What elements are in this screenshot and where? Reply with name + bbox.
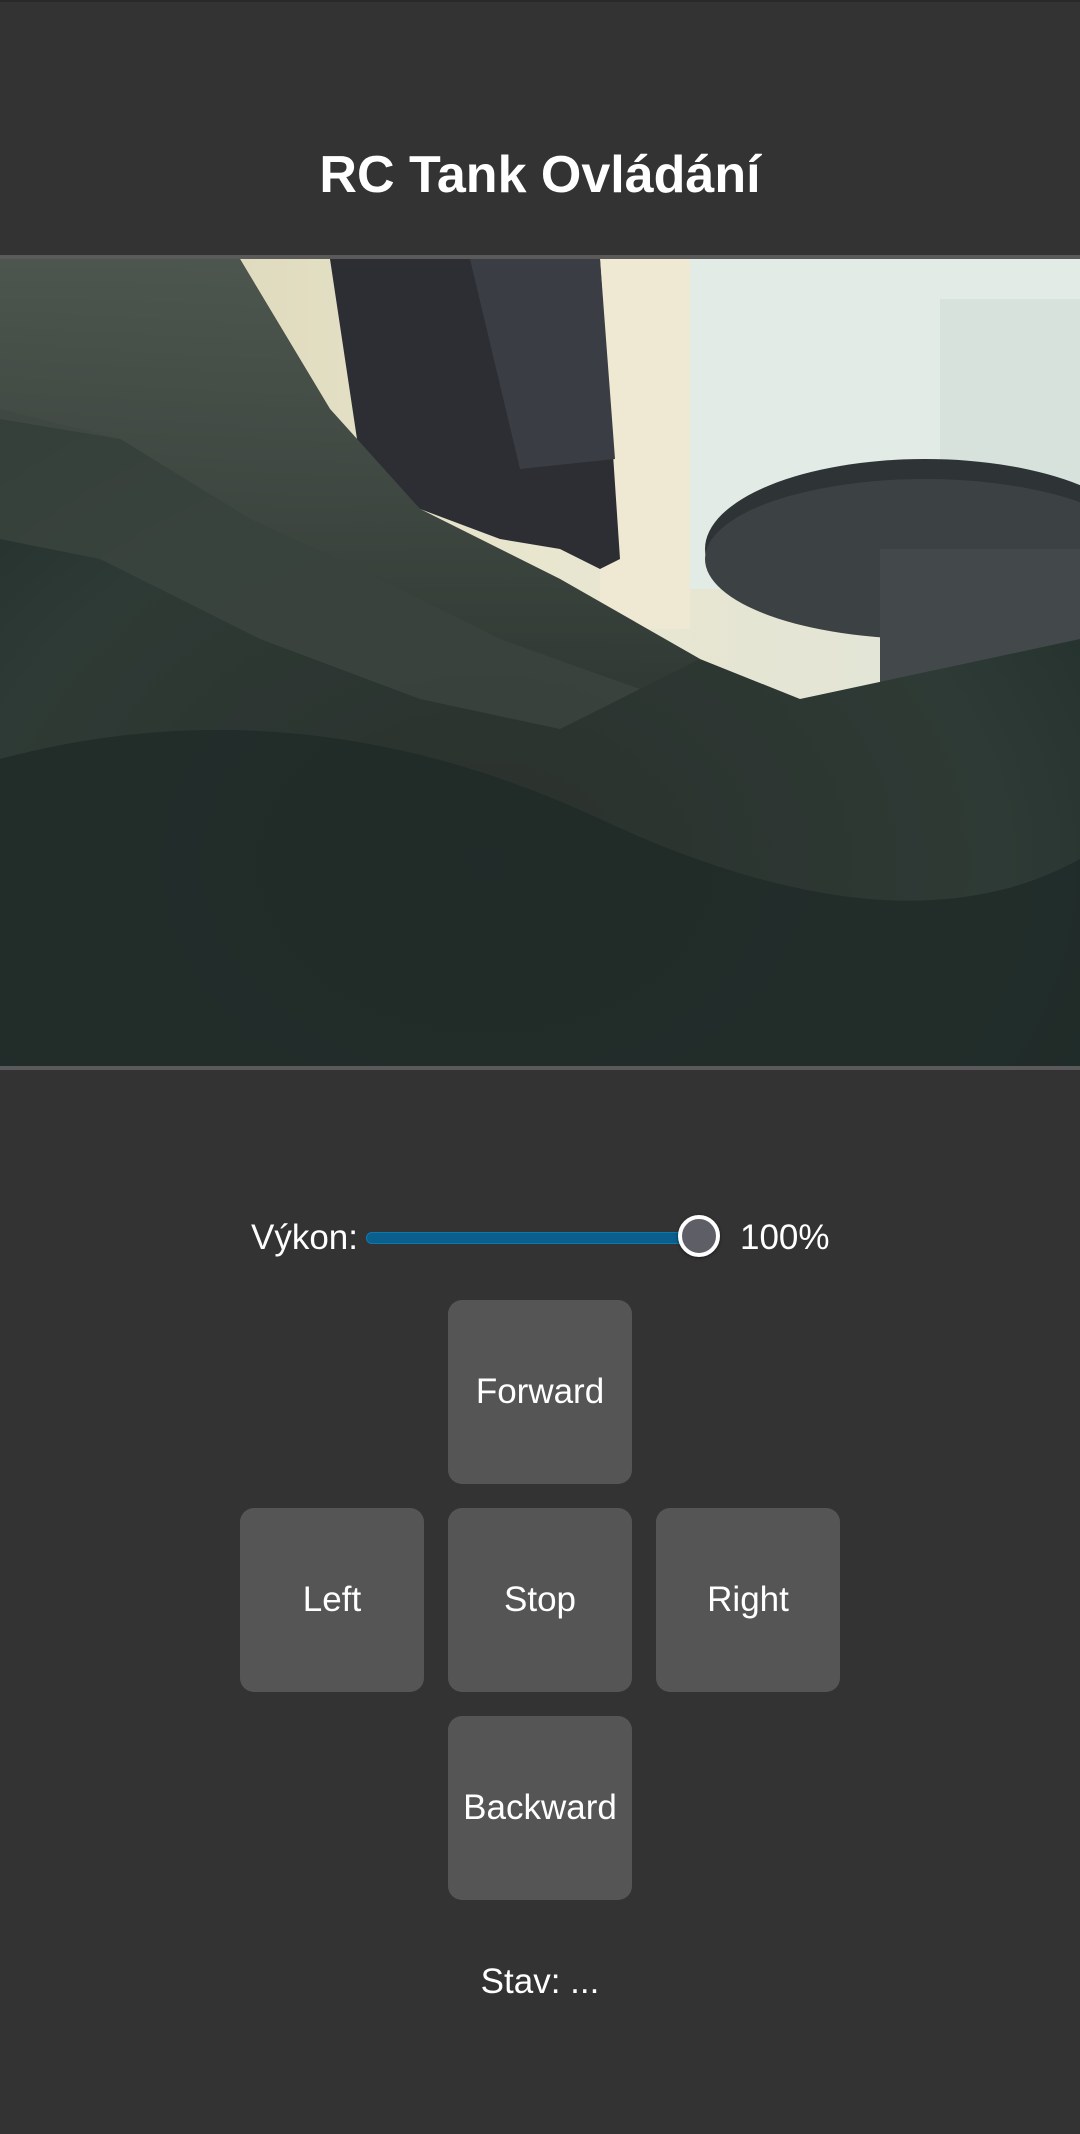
app-header: RC Tank Ovládání (0, 0, 1080, 255)
stop-button[interactable]: Stop (448, 1508, 632, 1692)
forward-button[interactable]: Forward (448, 1300, 632, 1484)
power-control: Výkon: 100% (0, 1206, 1080, 1270)
camera-feed (0, 255, 1080, 1070)
power-slider[interactable] (366, 1215, 720, 1257)
camera-image (0, 259, 1080, 1066)
power-value: 100% (740, 1218, 830, 1257)
status-text: Stav: ... (480, 1962, 600, 2001)
right-button[interactable]: Right (656, 1508, 840, 1692)
power-label: Výkon: (251, 1218, 358, 1257)
page-title: RC Tank Ovládání (319, 146, 761, 204)
left-button[interactable]: Left (240, 1508, 424, 1692)
backward-button[interactable]: Backward (448, 1716, 632, 1900)
slider-fill (366, 1232, 699, 1244)
slider-thumb[interactable] (678, 1215, 720, 1257)
